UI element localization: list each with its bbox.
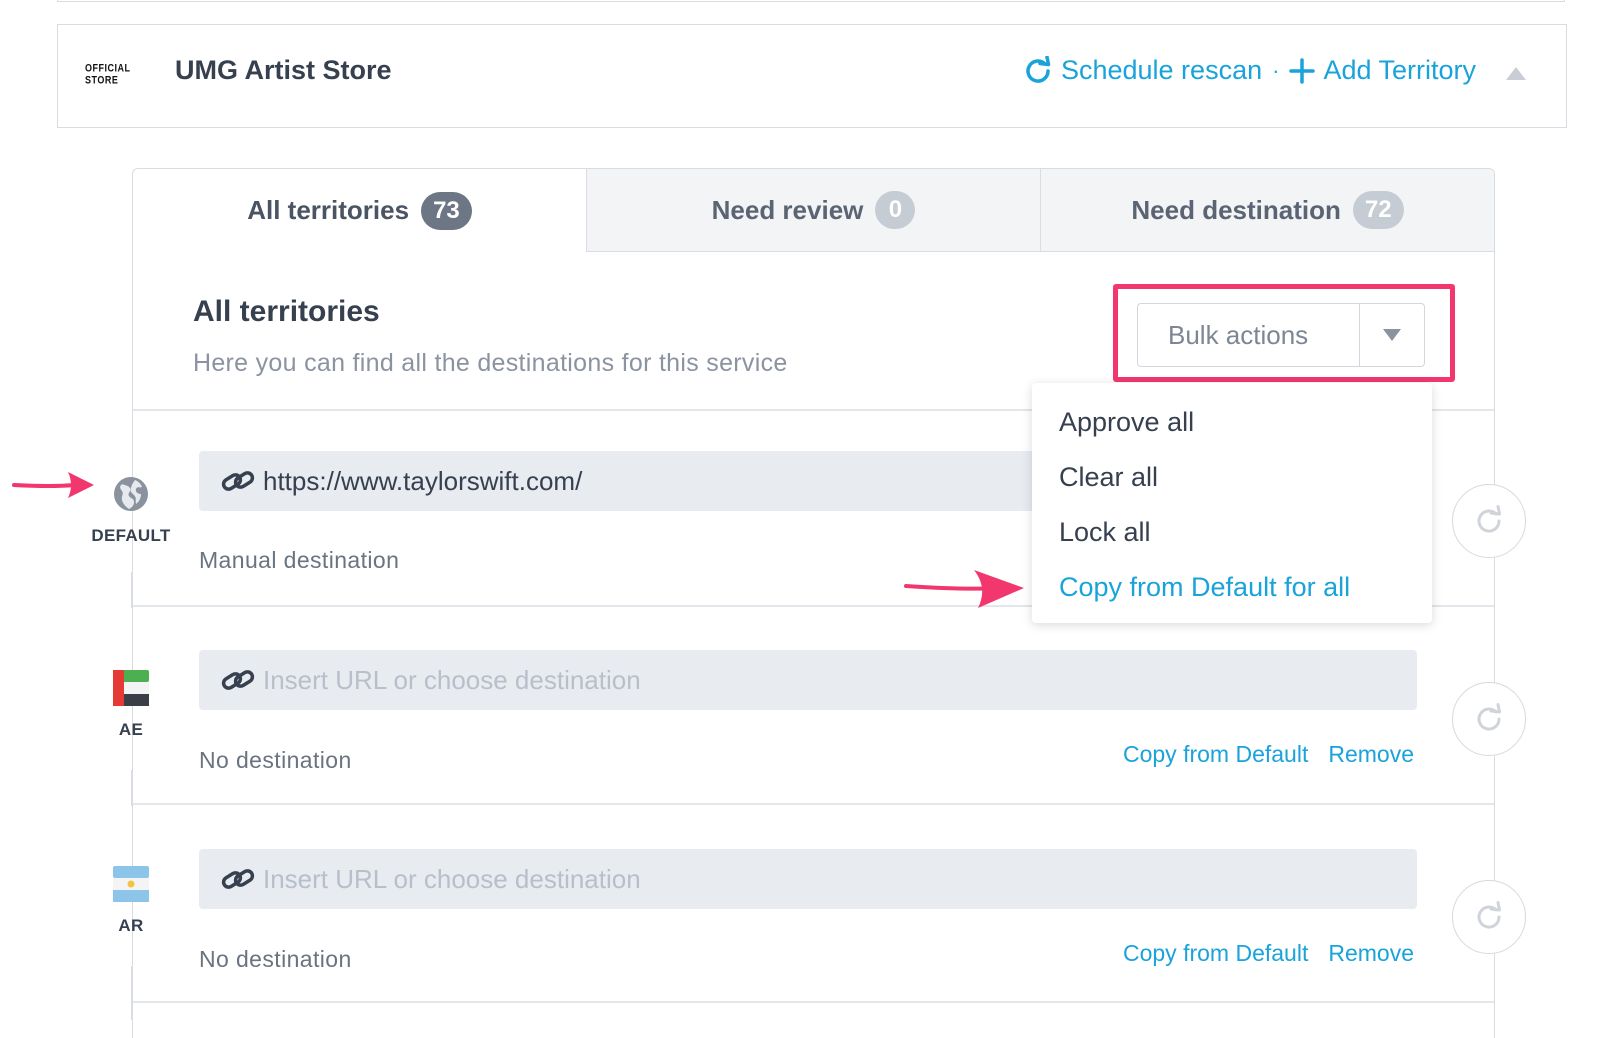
add-territory-label: Add Territory <box>1323 55 1476 85</box>
refresh-icon <box>1477 703 1501 731</box>
menu-item-copy-from-default-all[interactable]: Copy from Default for all <box>1032 560 1432 615</box>
ae-flag-icon <box>113 670 149 706</box>
count-badge: 73 <box>421 191 472 230</box>
refresh-icon <box>1026 55 1051 83</box>
destination-status: Manual destination <box>199 547 400 573</box>
timeline-line <box>131 770 133 806</box>
timeline-line <box>131 966 133 1020</box>
territory-ae: AE <box>91 670 171 740</box>
url-value: https://www.taylorswift.com/ <box>263 465 583 496</box>
bulk-actions-select[interactable]: Bulk actions <box>1137 303 1425 367</box>
tab-label: All territories <box>247 195 410 225</box>
service-name: UMG Artist Store <box>175 55 392 85</box>
refresh-icon <box>1477 505 1501 533</box>
schedule-rescan-button[interactable]: Schedule rescan <box>1023 55 1262 86</box>
destination-status: No destination <box>199 946 352 972</box>
url-placeholder: Insert URL or choose destination <box>263 664 641 695</box>
tab-label: Need destination <box>1131 194 1341 225</box>
ar-flag-icon <box>113 866 149 902</box>
count-badge: 72 <box>1352 191 1404 229</box>
link-icon <box>221 471 255 491</box>
tab-need-destination[interactable]: Need destination 72 <box>1040 169 1494 252</box>
row-actions: Copy from Default Remove <box>1123 741 1414 768</box>
link-icon <box>221 869 255 889</box>
territory-ar: AR <box>91 866 171 936</box>
action-separator: · <box>1272 57 1280 83</box>
menu-item-lock-all[interactable]: Lock all <box>1032 505 1432 560</box>
territory-code: AR <box>118 916 144 935</box>
rescan-row-button[interactable] <box>1452 880 1526 954</box>
add-territory-button[interactable]: Add Territory <box>1289 55 1476 86</box>
globe-icon <box>114 477 148 511</box>
logo-text: OFFICIAL STORE <box>85 62 131 86</box>
territory-code: DEFAULT <box>91 526 171 545</box>
territory-code: AE <box>118 720 144 739</box>
copy-from-default-link[interactable]: Copy from Default <box>1123 741 1308 768</box>
tab-label: Need review <box>711 194 864 225</box>
refresh-icon <box>1477 901 1501 929</box>
rescan-row-button[interactable] <box>1452 682 1526 756</box>
caret-up-icon[interactable] <box>1506 67 1526 80</box>
remove-link[interactable]: Remove <box>1328 741 1414 768</box>
chevron-down-icon <box>1383 329 1401 341</box>
arrow-annotation <box>904 570 1024 608</box>
row-actions: Copy from Default Remove <box>1123 940 1414 967</box>
remove-link[interactable]: Remove <box>1328 940 1414 967</box>
count-badge: 0 <box>875 191 916 229</box>
url-placeholder: Insert URL or choose destination <box>263 863 641 894</box>
arrow-annotation <box>12 472 94 498</box>
row-divider <box>133 1001 1494 1003</box>
section-subtitle: Here you can find all the destinations f… <box>193 349 788 377</box>
ar-url-field[interactable]: Insert URL or choose destination <box>199 849 1417 909</box>
territory-default: DEFAULT <box>91 476 171 546</box>
link-icon <box>221 670 255 690</box>
timeline-line <box>131 572 133 608</box>
territory-tabs: All territories 73 Need review 0 Need de… <box>133 169 1494 252</box>
plus-icon <box>1289 57 1316 84</box>
copy-from-default-link[interactable]: Copy from Default <box>1123 940 1308 967</box>
section-title: All territories <box>193 295 380 328</box>
tab-all-territories[interactable]: All territories 73 <box>133 169 586 252</box>
tab-need-review[interactable]: Need review 0 <box>586 169 1040 252</box>
bulk-actions-toggle[interactable] <box>1360 329 1424 341</box>
rescan-row-button[interactable] <box>1452 484 1526 558</box>
service-actions: Schedule rescan · Add Territory <box>1023 55 1476 86</box>
bulk-actions-menu: Approve all Clear all Lock all Copy from… <box>1032 383 1432 623</box>
schedule-rescan-label: Schedule rescan <box>1060 55 1263 85</box>
official-store-logo: OFFICIAL STORE <box>85 62 147 86</box>
previous-service-card <box>57 0 1565 2</box>
destination-status: No destination <box>199 747 352 773</box>
ae-url-field[interactable]: Insert URL or choose destination <box>199 650 1417 710</box>
menu-item-approve-all[interactable]: Approve all <box>1032 395 1432 450</box>
menu-item-clear-all[interactable]: Clear all <box>1032 450 1432 505</box>
bulk-actions-label: Bulk actions <box>1168 319 1309 350</box>
row-divider <box>133 803 1494 805</box>
service-card: OFFICIAL STORE UMG Artist Store Schedule… <box>57 24 1567 128</box>
